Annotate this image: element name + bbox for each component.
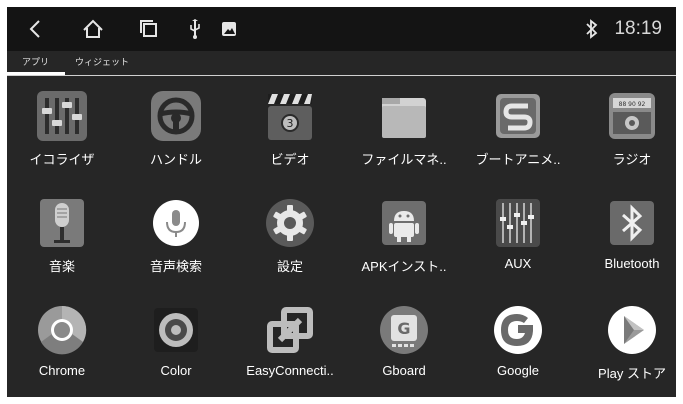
folder-icon [377, 89, 431, 143]
app-label: AUX [504, 256, 532, 271]
google-icon [491, 303, 545, 357]
app-radio[interactable]: 88 90 92 ラジオ [576, 81, 676, 181]
usb-icon [185, 7, 205, 51]
apk-installer-icon [377, 196, 431, 250]
app-file-manager[interactable]: ファイルマネ.. [348, 81, 460, 181]
easyconnection-icon [263, 303, 317, 357]
app-bluetooth[interactable]: Bluetooth [576, 188, 676, 288]
video-clapper-icon: 3 [263, 89, 317, 143]
chrome-icon [35, 303, 89, 357]
app-label: ラジオ [612, 152, 652, 167]
tab-widgets[interactable]: ウィジェット [75, 54, 129, 72]
app-steering[interactable]: ハンドル [120, 81, 232, 181]
clock: 18:19 [614, 18, 662, 39]
app-settings[interactable]: 設定 [234, 188, 346, 288]
app-color[interactable]: Color [120, 295, 232, 395]
app-label: Google [497, 363, 539, 378]
app-gboard[interactable]: G Gboard [348, 295, 460, 395]
boot-animation-icon [491, 89, 545, 143]
radio-icon: 88 90 92 [605, 89, 659, 143]
steering-wheel-icon [149, 89, 203, 143]
app-voice-search[interactable]: 音声検索 [120, 188, 232, 288]
app-chrome[interactable]: Chrome [7, 295, 118, 395]
app-label: APKインスト.. [361, 259, 447, 274]
app-boot-animation[interactable]: ブートアニメ.. [462, 81, 574, 181]
app-google[interactable]: Google [462, 295, 574, 395]
tab-apps[interactable]: アプリ [22, 54, 49, 72]
app-label: Chrome [38, 363, 86, 378]
bluetooth-icon [583, 7, 601, 51]
home-icon[interactable] [77, 7, 109, 51]
image-icon [219, 7, 239, 51]
recents-icon[interactable] [135, 7, 163, 51]
app-grid: イコライザ ハンドル 3 ビデオ ファイルマネ.. ブートアニメ.. 88 90… [7, 81, 676, 397]
app-easyconnection[interactable]: EasyConnecti.. [234, 295, 346, 395]
play-store-icon [605, 303, 659, 357]
app-music[interactable]: 音楽 [7, 188, 118, 288]
launcher-screen: 18:19 アプリ ウィジェット イコライザ ハンドル 3 ビデオ ファイルマネ… [7, 7, 676, 397]
app-label: 音声検索 [149, 259, 202, 274]
app-label: Gboard [382, 363, 426, 378]
equalizer-icon [35, 89, 89, 143]
app-label: EasyConnecti.. [246, 363, 334, 378]
app-video[interactable]: 3 ビデオ [234, 81, 346, 181]
svg-text:88 90 92: 88 90 92 [619, 101, 646, 108]
app-label: イコライザ [29, 152, 95, 167]
color-icon [149, 303, 203, 357]
app-label: ハンドル [149, 152, 202, 167]
bluetooth-app-icon [605, 196, 659, 250]
app-label: ブートアニメ.. [475, 152, 561, 167]
app-label: Color [160, 363, 192, 378]
app-label: Bluetooth [604, 256, 660, 271]
app-label: Play ストア [598, 366, 666, 381]
app-label: 音楽 [48, 259, 75, 274]
settings-gear-icon [263, 196, 317, 250]
app-aux[interactable]: AUX [462, 188, 574, 288]
gboard-icon: G [377, 303, 431, 357]
app-label: 設定 [276, 259, 303, 274]
status-bar: 18:19 [7, 7, 676, 51]
voice-search-icon [149, 196, 203, 250]
app-label: ファイルマネ.. [361, 152, 447, 167]
app-apk-installer[interactable]: APKインスト.. [348, 188, 460, 288]
app-equalizer[interactable]: イコライザ [7, 81, 118, 181]
active-tab-indicator [7, 72, 65, 75]
svg-text:G: G [397, 319, 410, 338]
app-play-store[interactable]: Play ストア [576, 295, 676, 395]
aux-mixer-icon [491, 196, 545, 250]
app-label: ビデオ [270, 152, 310, 167]
back-icon[interactable] [21, 7, 49, 51]
microphone-icon [35, 196, 89, 250]
svg-text:3: 3 [287, 117, 294, 130]
tab-bar: アプリ ウィジェット [7, 51, 676, 76]
